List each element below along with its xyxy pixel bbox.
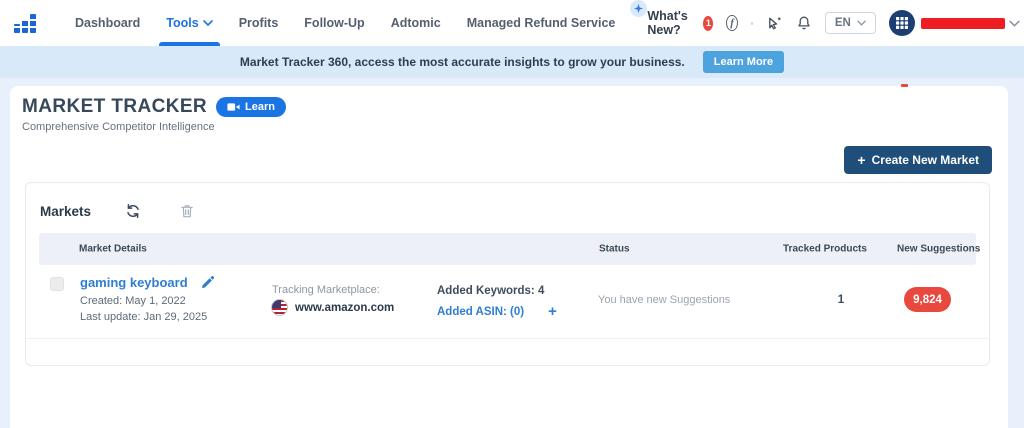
added-asin-link[interactable]: Added ASIN: (0)	[437, 306, 524, 318]
markets-title: Markets	[40, 203, 92, 219]
column-tracked-products: Tracked Products	[783, 243, 867, 255]
us-flag-icon	[271, 299, 288, 316]
tracked-products-value: 1	[837, 294, 845, 306]
language-selector[interactable]: EN	[824, 12, 876, 34]
created-date: Created: May 1, 2022	[80, 295, 186, 307]
facebook-letter: f	[730, 17, 734, 29]
language-value: EN	[834, 17, 851, 29]
nav-item-tools[interactable]: Tools	[153, 0, 225, 46]
page-subtitle: Comprehensive Competitor Intelligence	[22, 121, 215, 133]
edit-pencil-icon[interactable]	[200, 275, 215, 290]
marketplace-group: www.amazon.com	[271, 299, 394, 316]
nav-item-adtomic[interactable]: Adtomic	[378, 0, 454, 46]
nav-label: Tools	[166, 16, 199, 30]
facebook-icon[interactable]: f	[726, 15, 738, 31]
nav-label: Dashboard	[75, 16, 141, 30]
create-button-label: Create New Market	[871, 153, 979, 167]
market-name-group: gaming keyboard	[80, 275, 215, 290]
chevron-down-icon	[1009, 20, 1020, 27]
content-panel: MARKET TRACKER Learn Comprehensive Compe…	[10, 86, 1008, 428]
promo-banner: Market Tracker 360, access the most accu…	[0, 46, 1024, 78]
red-artifact	[901, 84, 908, 87]
main-area: MARKET TRACKER Learn Comprehensive Compe…	[0, 78, 1024, 428]
last-update-date: Last update: Jan 29, 2025	[80, 311, 208, 323]
column-market-details: Market Details	[79, 243, 147, 255]
learn-video-button[interactable]: Learn	[216, 97, 287, 117]
table-row: gaming keyboard Created: May 1, 2022 Las…	[26, 265, 989, 339]
whats-new-button[interactable]: What's New? 1	[647, 9, 714, 37]
row-checkbox[interactable]	[50, 277, 64, 291]
column-new-suggestions: New Suggestions	[897, 243, 981, 255]
learn-button-label: Learn	[245, 101, 276, 113]
learn-more-button[interactable]: Learn More	[702, 51, 785, 73]
new-suggestions-badge[interactable]: 9,824	[904, 287, 951, 312]
status-text: You have new Suggestions	[598, 294, 731, 306]
profile-menu[interactable]	[888, 10, 1020, 36]
separator-dot	[750, 21, 753, 25]
nav-label: Follow-Up	[304, 16, 365, 30]
app-logo-icon[interactable]	[14, 13, 36, 33]
bell-icon[interactable]	[796, 15, 812, 31]
main-menu: Dashboard Tools Profits Follow-Up Adtomi…	[62, 0, 648, 46]
tracking-marketplace-label: Tracking Marketplace:	[272, 284, 380, 296]
active-tab-underline	[159, 42, 220, 46]
top-navbar: Dashboard Tools Profits Follow-Up Adtomi…	[0, 0, 1024, 46]
table-header: Market Details Status Tracked Products N…	[39, 233, 980, 265]
markets-card-header: Markets	[26, 183, 989, 233]
whats-new-label: What's New?	[647, 9, 688, 37]
nav-label: Managed Refund Service	[466, 16, 616, 30]
nav-label: Adtomic	[390, 16, 441, 30]
column-status: Status	[599, 243, 630, 255]
nav-label: Profits	[238, 16, 279, 30]
markets-card: Markets Market Details Status Tracked Pr…	[25, 182, 990, 366]
chevron-down-icon	[857, 20, 866, 26]
cursor-tour-icon[interactable]	[766, 15, 783, 32]
added-asin-group: Added ASIN: (0) +	[437, 304, 557, 319]
nav-item-dashboard[interactable]: Dashboard	[62, 0, 153, 46]
market-name-link[interactable]: gaming keyboard	[80, 275, 188, 290]
refresh-icon[interactable]	[125, 203, 141, 219]
app-grid-avatar-icon	[888, 10, 915, 36]
add-asin-plus-icon[interactable]: +	[548, 304, 557, 319]
page-title: MARKET TRACKER	[22, 96, 208, 117]
chevron-down-icon	[202, 20, 213, 26]
nav-item-managed-refund-service[interactable]: Managed Refund Service	[454, 0, 629, 46]
redacted-username	[920, 17, 1005, 29]
added-keywords: Added Keywords: 4	[437, 285, 545, 297]
whats-new-badge: 1	[703, 15, 714, 31]
navbar-right: What's New? 1 f EN	[647, 9, 1020, 37]
plus-icon: +	[857, 152, 866, 168]
page-header: MARKET TRACKER Learn	[22, 96, 996, 118]
marketplace-domain: www.amazon.com	[295, 301, 395, 314]
sparkle-icon[interactable]	[630, 0, 648, 17]
trash-icon[interactable]	[179, 203, 195, 219]
nav-item-profits[interactable]: Profits	[226, 0, 292, 46]
video-camera-icon	[227, 103, 240, 111]
promo-banner-text: Market Tracker 360, access the most accu…	[239, 55, 685, 69]
create-new-market-button[interactable]: + Create New Market	[844, 146, 992, 174]
nav-item-follow-up[interactable]: Follow-Up	[291, 0, 377, 46]
